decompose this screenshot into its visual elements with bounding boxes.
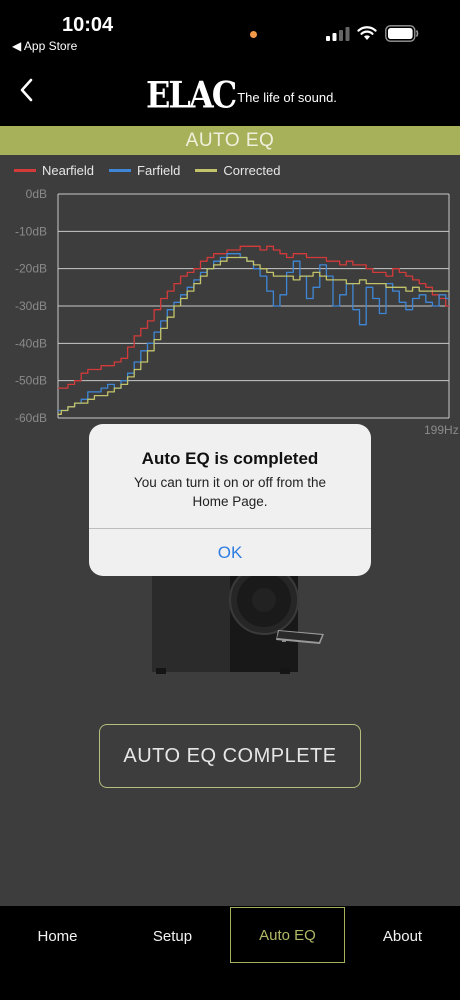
logo-tagline: The life of sound.: [237, 89, 337, 105]
back-chevron-icon[interactable]: [10, 72, 44, 108]
app-header: ELAC The life of sound.: [0, 60, 460, 126]
series-line-farfield: [58, 253, 449, 412]
dialog-title: Auto EQ is completed: [141, 449, 319, 468]
back-to-app-store-link[interactable]: ◀ App Store: [12, 39, 77, 53]
tab-auto-eq[interactable]: Auto EQ: [230, 907, 345, 963]
page-title: AUTO EQ: [0, 126, 460, 155]
y-tick-label: -50dB: [15, 374, 47, 388]
y-tick-label: -30dB: [15, 299, 47, 313]
tab-about[interactable]: About: [345, 906, 460, 966]
auto-eq-complete-button[interactable]: AUTO EQ COMPLETE: [99, 724, 361, 788]
legend-item-farfield: Farfield: [109, 163, 180, 178]
wifi-icon: [357, 26, 377, 40]
y-tick-label: -20dB: [15, 262, 47, 276]
dialog-message: You can turn it on or off from the Home …: [133, 475, 327, 509]
legend-swatch: [109, 168, 132, 172]
legend-label: Nearfield: [42, 162, 95, 178]
battery-icon: [385, 25, 419, 42]
chart-legend: Nearfield Farfield Corrected: [14, 162, 295, 178]
logo-mark: ELAC: [146, 73, 237, 117]
legend-item-nearfield: Nearfield: [14, 163, 94, 178]
elac-logo: ELAC The life of sound.: [146, 73, 337, 117]
frequency-response-chart: 0dB -10dB -20dB -30dB -40dB -50dB -60dB 199Hz: [15, 187, 459, 437]
completion-alert-dialog: Auto EQ is completed You can turn it on …: [89, 424, 371, 576]
tab-setup[interactable]: Setup: [115, 906, 230, 966]
status-time: 10:04: [62, 14, 114, 36]
legend-swatch: [14, 168, 36, 172]
legend-label: Corrected: [223, 162, 281, 178]
privacy-indicator-dot: [250, 31, 257, 38]
cellular-signal-icon: [326, 27, 350, 41]
y-tick-label: -10dB: [15, 224, 47, 238]
x-tick-label: 199Hz: [424, 423, 459, 437]
legend-label: Farfield: [137, 162, 181, 178]
legend-swatch: [195, 168, 218, 172]
y-tick-label: -40dB: [15, 336, 47, 350]
status-bar: 10:04 ◀ App Store: [0, 0, 460, 60]
subwoofer-image: [152, 560, 324, 674]
legend-item-corrected: Corrected: [195, 163, 280, 178]
series-line-corrected: [58, 256, 449, 415]
tab-home[interactable]: Home: [0, 906, 115, 966]
y-tick-label: 0dB: [26, 187, 47, 201]
dialog-ok-button[interactable]: OK: [89, 529, 371, 576]
bottom-tab-bar: Home Setup Auto EQ About: [0, 906, 460, 1000]
y-tick-label: -60dB: [15, 411, 47, 425]
